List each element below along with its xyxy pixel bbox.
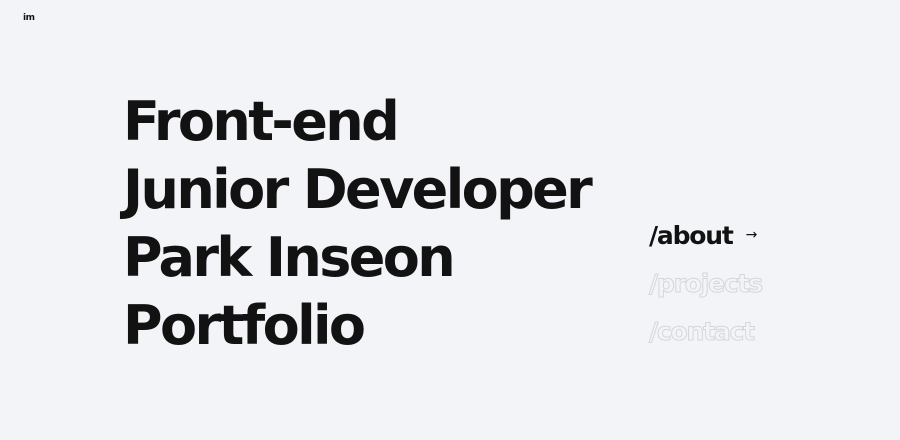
hero-line-2: Junior Developer (123, 158, 593, 221)
site-logo[interactable]: im (23, 13, 35, 23)
nav-item-about[interactable]: /about → (649, 218, 849, 253)
nav-item-about-label: /about (649, 221, 734, 250)
main-nav: /about → /projects /contact (649, 218, 849, 362)
nav-item-projects[interactable]: /projects (649, 266, 849, 301)
nav-item-contact-label: /contact (649, 317, 756, 347)
nav-item-contact[interactable]: /contact (649, 314, 849, 349)
nav-item-projects-label: /projects (649, 269, 764, 299)
arrow-right-icon: → (745, 226, 758, 243)
hero-line-3: Park Inseon (123, 226, 456, 289)
hero-heading: Front-end Junior Developer Park Inseon P… (123, 88, 593, 360)
portfolio-page: im Front-end Junior Developer Park Inseo… (0, 0, 900, 440)
hero-line-4: Portfolio (123, 294, 366, 357)
hero-line-1: Front-end (123, 90, 400, 153)
